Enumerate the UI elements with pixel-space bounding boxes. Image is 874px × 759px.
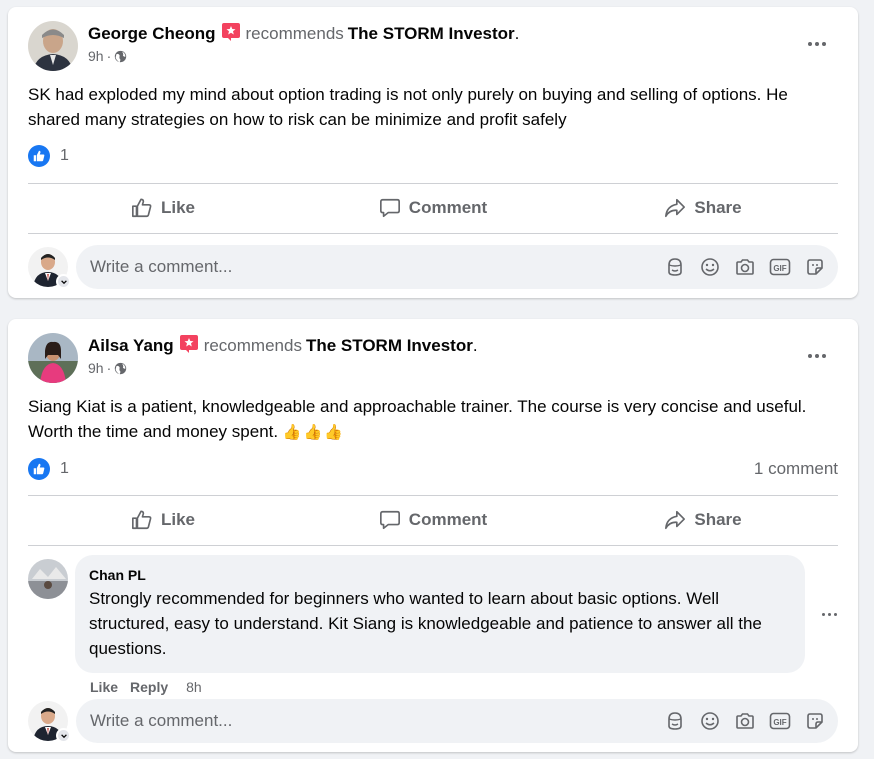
emoji-icon[interactable] xyxy=(699,710,721,732)
avatar-sticker-icon[interactable] xyxy=(664,710,686,732)
gif-icon[interactable]: GIF xyxy=(769,256,791,278)
like-count-group[interactable]: 1 xyxy=(28,145,69,167)
like-reaction-icon xyxy=(28,145,50,167)
thumbs-up-icon xyxy=(131,198,152,218)
like-label: Like xyxy=(160,198,196,217)
post-card: Ailsa Yang recommends The STORM Investor. … xyxy=(8,319,858,752)
post-time[interactable]: 9h xyxy=(88,360,104,376)
thumbs-up-icon xyxy=(131,510,152,530)
chevron-down-icon[interactable] xyxy=(56,274,71,289)
page-name-link[interactable]: The STORM Investor xyxy=(348,24,515,43)
share-label: Share xyxy=(694,510,742,529)
more-options-icon[interactable] xyxy=(806,33,828,55)
commenter-avatar[interactable] xyxy=(28,559,68,599)
comment-label: Comment xyxy=(408,198,488,217)
post-text-content: SK had exploded my mind about option tra… xyxy=(28,85,788,129)
comment-tools: GIF xyxy=(651,256,826,278)
write-comment-row: GIF xyxy=(28,245,838,289)
divider xyxy=(28,183,838,184)
share-arrow-icon xyxy=(665,510,686,530)
post-author[interactable]: George Cheong xyxy=(88,24,216,43)
author-avatar[interactable] xyxy=(28,333,78,383)
divider xyxy=(28,233,838,234)
like-count: 1 xyxy=(60,460,69,477)
globe-icon xyxy=(114,50,127,63)
current-user-avatar[interactable] xyxy=(28,701,71,743)
recommends-text: recommends xyxy=(203,336,302,355)
comment-box[interactable]: GIF xyxy=(76,245,838,289)
divider xyxy=(28,495,838,496)
camera-icon[interactable] xyxy=(734,710,756,732)
camera-icon[interactable] xyxy=(734,256,756,278)
recommends-text: recommends xyxy=(245,24,344,43)
comment-text: Strongly recommended for beginners who w… xyxy=(89,589,762,658)
comment-author[interactable]: Chan PL xyxy=(89,566,791,584)
gif-icon[interactable]: GIF xyxy=(769,710,791,732)
divider xyxy=(28,545,838,546)
comment-bubble-icon xyxy=(379,510,400,530)
post-card: George Cheong recommends The STORM Investo… xyxy=(8,7,858,298)
comment-count-link[interactable]: 1 comment xyxy=(754,459,838,479)
post-text: SK had exploded my mind about option tra… xyxy=(28,82,828,132)
globe-icon xyxy=(114,362,127,375)
svg-text:GIF: GIF xyxy=(773,264,786,273)
chevron-down-icon[interactable] xyxy=(56,728,71,743)
like-reaction-icon xyxy=(28,458,50,480)
sticker-icon[interactable] xyxy=(804,256,826,278)
comment-reply-link[interactable]: Reply xyxy=(130,679,168,695)
comment-tools: GIF xyxy=(651,710,826,732)
comment-bubble-icon xyxy=(379,198,400,218)
comment-like-link[interactable]: Like xyxy=(90,679,118,695)
reactions-row: 1 1 comment xyxy=(28,457,838,481)
comment-meta: Like Reply 8h xyxy=(90,679,202,695)
like-count: 1 xyxy=(60,147,69,164)
more-options-icon[interactable] xyxy=(806,345,828,367)
like-label: Like xyxy=(160,510,196,529)
comment-time[interactable]: 8h xyxy=(186,679,202,695)
thumbs-up-emoji: 👍👍👍 xyxy=(282,423,345,441)
comment-options-icon[interactable] xyxy=(818,603,840,625)
sticker-icon[interactable] xyxy=(804,710,826,732)
author-avatar[interactable] xyxy=(28,21,78,71)
svg-text:GIF: GIF xyxy=(773,718,786,727)
comment-bubble: Chan PL Strongly recommended for beginne… xyxy=(75,555,805,673)
post-text-content: Siang Kiat is a patient, knowledgeable a… xyxy=(28,397,807,441)
post-header: George Cheong recommends The STORM Investo… xyxy=(28,21,519,71)
action-bar: Like Comment Share xyxy=(28,186,838,230)
action-bar: Like Comment Share xyxy=(28,498,838,542)
comment-box[interactable]: GIF xyxy=(76,699,838,743)
comment-button[interactable]: Comment xyxy=(298,186,568,230)
emoji-icon[interactable] xyxy=(699,256,721,278)
share-button[interactable]: Share xyxy=(568,186,838,230)
like-button[interactable]: Like xyxy=(28,186,298,230)
write-comment-row: GIF xyxy=(28,699,838,743)
header-period: . xyxy=(472,336,478,355)
post-header: Ailsa Yang recommends The STORM Investor. … xyxy=(28,333,478,383)
post-author[interactable]: Ailsa Yang xyxy=(88,336,174,355)
like-button[interactable]: Like xyxy=(28,498,298,542)
recommend-badge-icon xyxy=(221,23,240,41)
page-name-link[interactable]: The STORM Investor xyxy=(306,336,473,355)
post-time[interactable]: 9h xyxy=(88,48,104,64)
recommend-badge-icon xyxy=(179,335,198,353)
reactions-row: 1 xyxy=(28,144,838,168)
avatar-sticker-icon[interactable] xyxy=(664,256,686,278)
comment-input[interactable] xyxy=(90,711,651,731)
current-user-avatar[interactable] xyxy=(28,247,71,289)
share-label: Share xyxy=(694,198,742,217)
header-period: . xyxy=(514,24,520,43)
post-text: Siang Kiat is a patient, knowledgeable a… xyxy=(28,394,828,445)
like-count-group[interactable]: 1 xyxy=(28,458,69,480)
share-arrow-icon xyxy=(665,198,686,218)
share-button[interactable]: Share xyxy=(568,498,838,542)
comment-label: Comment xyxy=(408,510,488,529)
comment-button[interactable]: Comment xyxy=(298,498,568,542)
comment-input[interactable] xyxy=(90,257,651,277)
